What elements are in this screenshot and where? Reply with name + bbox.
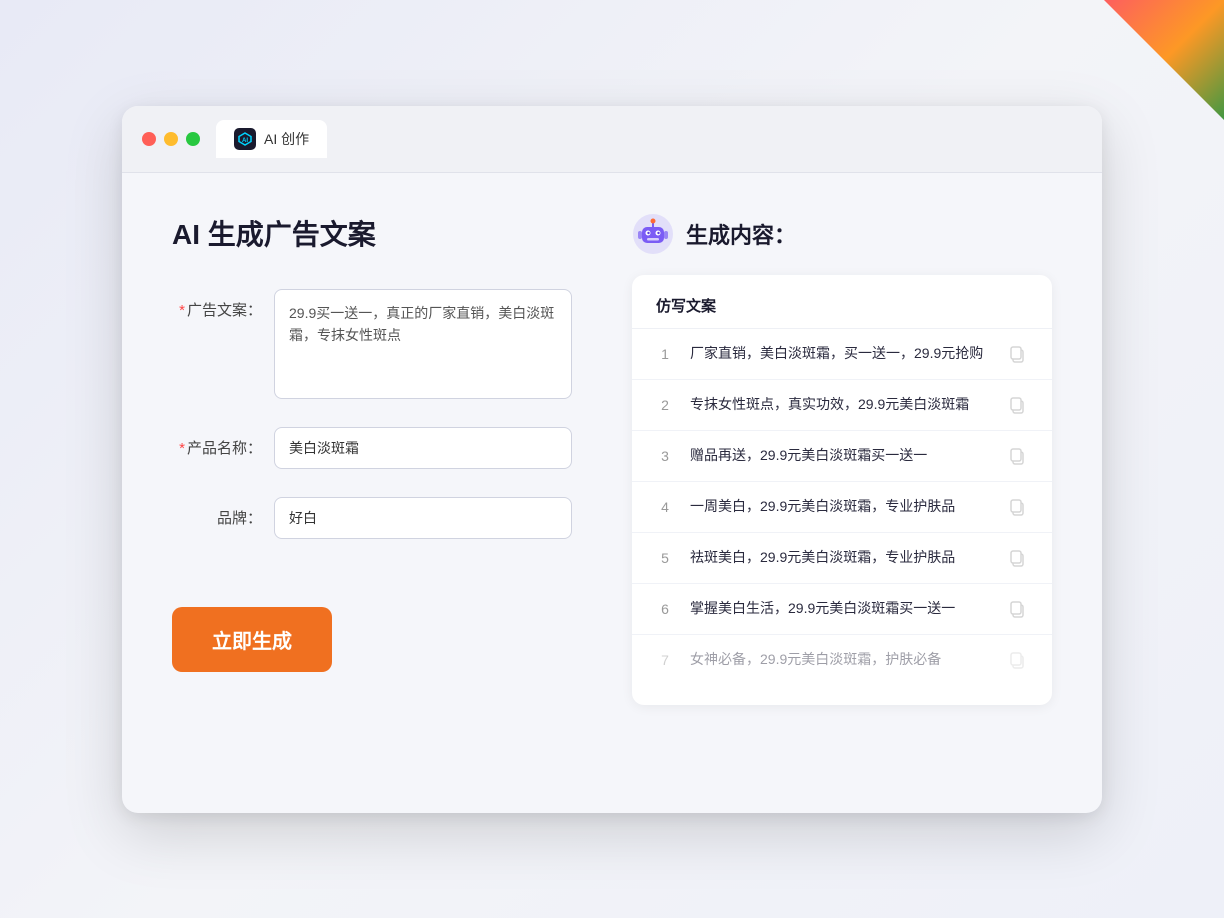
browser-window: AI AI 创作 AI 生成广告文案 *广告文案： 29.9买一送一，真正的厂家…	[122, 106, 1102, 813]
ai-tab-icon: AI	[234, 128, 256, 150]
result-text-6: 掌握美白生活，29.9元美白淡斑霜买一送一	[690, 598, 990, 619]
result-item-2: 2 专抹女性斑点，真实功效，29.9元美白淡斑霜	[632, 380, 1052, 431]
product-name-input[interactable]	[274, 427, 572, 469]
copy-icon-6[interactable]	[1006, 598, 1028, 620]
product-name-label: *产品名称：	[172, 427, 262, 458]
result-header: 生成内容：	[632, 213, 1052, 255]
result-container: 仿写文案 1 厂家直销，美白淡斑霜，买一送一，29.9元抢购 2 专抹女性斑点，…	[632, 275, 1052, 705]
required-star-1: *	[179, 302, 185, 319]
result-num-2: 2	[656, 397, 674, 413]
result-num-4: 4	[656, 499, 674, 515]
right-panel: 生成内容： 仿写文案 1 厂家直销，美白淡斑霜，买一送一，29.9元抢购 2 专…	[632, 213, 1052, 773]
result-item-4: 4 一周美白，29.9元美白淡斑霜，专业护肤品	[632, 482, 1052, 533]
result-num-5: 5	[656, 550, 674, 566]
close-button[interactable]	[142, 132, 156, 146]
result-item-3: 3 赠品再送，29.9元美白淡斑霜买一送一	[632, 431, 1052, 482]
ad-copy-group: *广告文案： 29.9买一送一，真正的厂家直销，美白淡斑霜，专抹女性斑点	[172, 289, 572, 399]
main-content: AI 生成广告文案 *广告文案： 29.9买一送一，真正的厂家直销，美白淡斑霜，…	[122, 173, 1102, 813]
result-num-7: 7	[656, 652, 674, 668]
copy-icon-1[interactable]	[1006, 343, 1028, 365]
corner-decoration	[1104, 0, 1224, 120]
result-text-5: 祛斑美白，29.9元美白淡斑霜，专业护肤品	[690, 547, 990, 568]
brand-input[interactable]	[274, 497, 572, 539]
result-item-5: 5 祛斑美白，29.9元美白淡斑霜，专业护肤品	[632, 533, 1052, 584]
result-column-header: 仿写文案	[632, 295, 1052, 329]
result-item-6: 6 掌握美白生活，29.9元美白淡斑霜买一送一	[632, 584, 1052, 635]
title-bar: AI AI 创作	[122, 106, 1102, 173]
result-item-7: 7 女神必备，29.9元美白淡斑霜，护肤必备	[632, 635, 1052, 685]
window-controls	[142, 132, 200, 146]
copy-icon-7[interactable]	[1006, 649, 1028, 671]
result-num-1: 1	[656, 346, 674, 362]
page-title: AI 生成广告文案	[172, 213, 572, 253]
minimize-button[interactable]	[164, 132, 178, 146]
result-text-4: 一周美白，29.9元美白淡斑霜，专业护肤品	[690, 496, 990, 517]
robot-icon	[632, 213, 674, 255]
result-text-7: 女神必备，29.9元美白淡斑霜，护肤必备	[690, 649, 990, 670]
brand-label: 品牌：	[172, 497, 262, 528]
brand-group: 品牌：	[172, 497, 572, 539]
result-text-3: 赠品再送，29.9元美白淡斑霜买一送一	[690, 445, 990, 466]
ai-tab[interactable]: AI AI 创作	[216, 120, 327, 158]
svg-text:AI: AI	[242, 138, 248, 144]
result-text-1: 厂家直销，美白淡斑霜，买一送一，29.9元抢购	[690, 343, 990, 364]
copy-icon-2[interactable]	[1006, 394, 1028, 416]
copy-icon-4[interactable]	[1006, 496, 1028, 518]
generate-button[interactable]: 立即生成	[172, 607, 332, 672]
product-name-group: *产品名称：	[172, 427, 572, 469]
ad-copy-textarea[interactable]: 29.9买一送一，真正的厂家直销，美白淡斑霜，专抹女性斑点	[274, 289, 572, 399]
copy-icon-5[interactable]	[1006, 547, 1028, 569]
required-star-2: *	[179, 440, 185, 457]
ad-copy-label: *广告文案：	[172, 289, 262, 320]
result-item-1: 1 厂家直销，美白淡斑霜，买一送一，29.9元抢购	[632, 329, 1052, 380]
left-panel: AI 生成广告文案 *广告文案： 29.9买一送一，真正的厂家直销，美白淡斑霜，…	[172, 213, 572, 773]
maximize-button[interactable]	[186, 132, 200, 146]
result-text-2: 专抹女性斑点，真实功效，29.9元美白淡斑霜	[690, 394, 990, 415]
copy-icon-3[interactable]	[1006, 445, 1028, 467]
result-num-6: 6	[656, 601, 674, 617]
tab-label: AI 创作	[264, 129, 309, 149]
result-title: 生成内容：	[686, 218, 796, 250]
result-num-3: 3	[656, 448, 674, 464]
